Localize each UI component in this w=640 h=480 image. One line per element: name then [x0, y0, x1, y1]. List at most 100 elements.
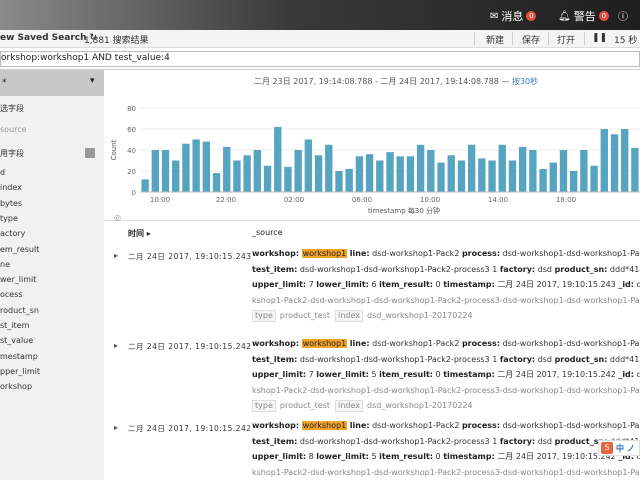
field-key: test_item: — [252, 436, 298, 446]
histogram-bar[interactable] — [304, 139, 313, 193]
histogram-bar[interactable] — [488, 160, 496, 193]
ime-toolbar[interactable]: S 中 ノ — [598, 440, 640, 456]
histogram-bar[interactable] — [192, 139, 200, 193]
histogram-bar[interactable] — [263, 165, 272, 192]
histogram-bar[interactable] — [172, 160, 180, 193]
index-pattern-selector[interactable]: * ▾ — [0, 70, 104, 96]
histogram-bar[interactable] — [600, 129, 608, 192]
expand-row-icon[interactable]: ▸ — [114, 423, 118, 432]
sidebar-field-item[interactable]: em_result — [0, 245, 39, 254]
histogram-bar[interactable] — [549, 162, 557, 192]
discover-main: 二月 23日 2017, 19:14:08.788 - 二月 24日 2017,… — [104, 70, 640, 480]
histogram-bar[interactable] — [212, 173, 221, 192]
histogram-bar[interactable] — [610, 134, 619, 192]
gear-icon[interactable] — [85, 148, 95, 158]
histogram-bar[interactable] — [386, 152, 394, 192]
histogram-bar[interactable] — [518, 146, 527, 192]
histogram-bar[interactable] — [580, 150, 588, 192]
field-key: line: — [349, 339, 370, 348]
histogram-bar[interactable] — [416, 144, 425, 192]
info-icon: ⓘ — [618, 12, 628, 23]
histogram-bar[interactable] — [151, 150, 159, 192]
histogram-bar[interactable] — [161, 150, 170, 192]
histogram-bar[interactable] — [478, 158, 486, 192]
histogram-bar[interactable] — [406, 156, 415, 192]
histogram-bar[interactable] — [427, 150, 435, 192]
histogram-bar[interactable] — [570, 171, 578, 192]
histogram-bar[interactable] — [559, 150, 568, 192]
table-row[interactable]: ▸ 二月 24日 2017, 19:10:15.242 workshop: wo… — [104, 336, 640, 420]
time-column-header[interactable]: 时间 ▸ — [128, 228, 151, 239]
histogram-bar[interactable] — [437, 162, 445, 192]
field-key: factory: — [499, 264, 536, 274]
field-value: product_test — [279, 311, 331, 320]
histogram-bar[interactable] — [233, 160, 241, 193]
histogram-bar[interactable] — [202, 141, 210, 192]
histogram-bar[interactable] — [223, 146, 231, 192]
sidebar-field-item[interactable]: actory — [0, 229, 25, 238]
user-menu-button[interactable]: ⓘ — [618, 8, 628, 23]
sidebar-field-item[interactable]: st_item — [0, 321, 29, 330]
refresh-interval[interactable]: 15 秒 — [614, 33, 637, 46]
open-search-button[interactable]: 打开 — [557, 33, 575, 46]
sidebar-field-item[interactable]: roduct_sn — [0, 306, 39, 315]
sidebar-field-item[interactable]: ocess — [0, 290, 23, 299]
table-row[interactable]: ▸ 二月 24日 2017, 19:10:15.242 workshop: wo… — [104, 418, 640, 480]
histogram-bar[interactable] — [467, 144, 476, 192]
histogram-bar[interactable] — [141, 179, 149, 192]
sidebar-field-item[interactable]: d — [0, 168, 5, 177]
histogram-bar[interactable] — [355, 156, 364, 192]
alerts-button[interactable]: 🔔︎ 警告 0 — [558, 8, 609, 24]
histogram-bar[interactable] — [376, 160, 384, 193]
sidebar-field-item[interactable]: wer_limit — [0, 275, 36, 284]
interval-link[interactable]: 按30秒 — [512, 77, 538, 86]
histogram-bar[interactable] — [539, 168, 547, 192]
field-key: line: — [349, 421, 370, 430]
row-timestamp: 二月 24日 2017, 19:10:15.243 — [128, 252, 252, 261]
query-input[interactable]: orkshop:workshop1 AND test_value:4 — [1, 53, 170, 63]
histogram-bar[interactable] — [590, 165, 598, 192]
y-axis-label: Count — [110, 139, 118, 160]
histogram-bar[interactable] — [345, 168, 353, 192]
histogram-bar[interactable] — [314, 155, 323, 192]
histogram-bar[interactable] — [365, 154, 374, 192]
pause-icon[interactable]: ❚❚ — [592, 33, 607, 43]
sidebar-field-item[interactable]: pper_limit — [0, 367, 40, 376]
messages-button[interactable]: ✉ 消息 0 — [490, 8, 537, 24]
histogram-bar[interactable] — [447, 155, 455, 192]
histogram-bar[interactable] — [631, 147, 639, 192]
field-value: dsd — [537, 436, 553, 446]
histogram-bar[interactable] — [243, 155, 251, 192]
histogram-bar[interactable] — [325, 144, 333, 192]
histogram-bar[interactable] — [508, 160, 517, 193]
histogram-bar[interactable] — [335, 171, 343, 192]
expand-row-icon[interactable]: ▸ — [114, 251, 118, 260]
histogram-bar[interactable] — [253, 150, 262, 192]
histogram-bar[interactable] — [182, 143, 190, 192]
row-timestamp: 二月 24日 2017, 19:10:15.242 — [128, 342, 252, 351]
histogram-bar[interactable] — [294, 150, 302, 192]
histogram-bar[interactable] — [621, 129, 629, 192]
sidebar-field-item[interactable]: index — [0, 183, 22, 192]
sidebar-field-source[interactable]: source — [0, 125, 27, 134]
new-search-button[interactable]: 新建 — [486, 33, 504, 46]
field-key-tag: index — [335, 310, 363, 322]
histogram-bar[interactable] — [498, 144, 506, 192]
sidebar-field-item[interactable]: ne — [0, 260, 10, 269]
histogram-bar[interactable] — [274, 126, 282, 192]
collapse-chart-icon[interactable]: ◎ — [114, 213, 121, 222]
histogram-bar[interactable] — [284, 166, 292, 192]
sidebar-field-item[interactable]: bytes — [0, 199, 22, 208]
sidebar-field-item[interactable]: mestamp — [0, 352, 38, 361]
x-tick-label: 10:00 — [150, 196, 170, 204]
histogram-bar[interactable] — [396, 156, 404, 192]
histogram-bar[interactable] — [529, 150, 537, 192]
field-value: dsd-workshop1-dsd-workshop1-Pack2-proces… — [299, 436, 498, 446]
table-row[interactable]: ▸ 二月 24日 2017, 19:10:15.243 workshop: wo… — [104, 246, 640, 330]
sidebar-field-item[interactable]: orkshop — [0, 382, 32, 391]
sidebar-field-item[interactable]: st_value — [0, 336, 33, 345]
expand-row-icon[interactable]: ▸ — [114, 341, 118, 350]
save-search-button[interactable]: 保存 — [522, 33, 540, 46]
histogram-bar[interactable] — [457, 160, 466, 193]
sidebar-field-item[interactable]: type — [0, 214, 18, 223]
